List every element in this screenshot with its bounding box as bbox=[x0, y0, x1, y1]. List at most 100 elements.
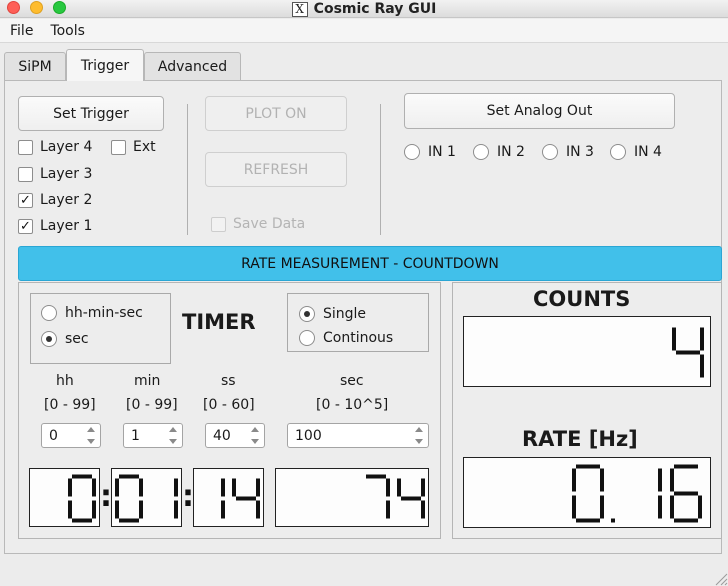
lcd-segment bbox=[139, 500, 143, 519]
lcd-segment bbox=[674, 464, 698, 469]
tab-sipm-label: SiPM bbox=[18, 58, 52, 75]
sec-label: sec bbox=[65, 331, 89, 347]
in-3-radio[interactable]: IN 3 bbox=[542, 144, 594, 160]
in-1-dot bbox=[404, 144, 420, 160]
save-data-checkbox[interactable]: Save Data bbox=[211, 216, 305, 232]
save-data-box bbox=[211, 216, 226, 232]
lcd-decimal-point bbox=[611, 518, 615, 523]
continous-radio[interactable]: Continous bbox=[299, 330, 393, 346]
single-radio[interactable]: Single bbox=[299, 306, 366, 322]
plot-on-button[interactable]: PLOT ON bbox=[205, 96, 347, 131]
lcd-segment bbox=[139, 478, 143, 497]
ss-range: [0 - 60] bbox=[203, 397, 255, 413]
ss-stepper-icon[interactable] bbox=[248, 427, 262, 444]
lcd-segment bbox=[421, 500, 425, 519]
tab-trigger-label: Trigger bbox=[80, 57, 130, 74]
hh-value: 0 bbox=[49, 427, 58, 444]
continous-dot bbox=[299, 330, 315, 346]
hh-min-sec-dot bbox=[41, 305, 57, 321]
menu-bar: File Tools bbox=[0, 19, 728, 43]
lcd-segment bbox=[576, 464, 600, 469]
in-2-radio[interactable]: IN 2 bbox=[473, 144, 525, 160]
lcd-segment bbox=[256, 500, 260, 519]
rate-measurement-banner[interactable]: RATE MEASUREMENT - COUNTDOWN bbox=[18, 246, 722, 281]
in-4-radio[interactable]: IN 4 bbox=[610, 144, 662, 160]
lcd-segment bbox=[700, 354, 704, 378]
separator-1 bbox=[187, 104, 188, 235]
tab-advanced-label: Advanced bbox=[157, 58, 228, 75]
sec-header: sec bbox=[340, 373, 364, 389]
save-data-label: Save Data bbox=[233, 216, 306, 232]
layer-4-box bbox=[18, 139, 33, 155]
in-4-label: IN 4 bbox=[634, 144, 662, 160]
lcd-segment bbox=[658, 468, 662, 492]
ss-spinbox[interactable]: 40 bbox=[205, 423, 265, 448]
rate-lcd bbox=[463, 457, 711, 528]
ext-box bbox=[111, 139, 126, 155]
lcd-segment bbox=[72, 518, 92, 523]
sec-stepper-icon[interactable] bbox=[412, 427, 426, 444]
lcd-segment bbox=[397, 478, 401, 497]
layer-1-checkbox[interactable]: ✓ Layer 1 bbox=[18, 218, 92, 234]
set-trigger-button[interactable]: Set Trigger bbox=[18, 96, 164, 131]
tab-trigger[interactable]: Trigger bbox=[66, 49, 144, 81]
x11-logo-icon: X bbox=[291, 1, 308, 17]
resize-grip-icon[interactable] bbox=[712, 570, 728, 586]
layer-2-label: Layer 2 bbox=[40, 192, 93, 208]
lcd-segment bbox=[221, 500, 225, 519]
hh-header: hh bbox=[56, 373, 74, 389]
lcd-segment bbox=[698, 495, 702, 519]
tab-advanced[interactable]: Advanced bbox=[144, 52, 241, 80]
in-4-dot bbox=[610, 144, 626, 160]
rate-label: RATE [Hz] bbox=[522, 427, 638, 451]
min-spinbox[interactable]: 1 bbox=[123, 423, 183, 448]
lcd-segment bbox=[366, 474, 386, 479]
layer-2-checkbox[interactable]: ✓ Layer 2 bbox=[18, 192, 92, 208]
separator-2 bbox=[380, 104, 381, 235]
sec-range: [0 - 10^5] bbox=[316, 397, 389, 413]
continous-label: Continous bbox=[323, 330, 394, 346]
hh-spinbox[interactable]: 0 bbox=[41, 423, 101, 448]
sec-radio[interactable]: sec bbox=[41, 331, 89, 347]
ss-header: ss bbox=[221, 373, 236, 389]
layer-3-checkbox[interactable]: Layer 3 bbox=[18, 166, 92, 182]
lcd-segment bbox=[386, 478, 390, 497]
in-3-dot bbox=[542, 144, 558, 160]
min-header: min bbox=[134, 373, 161, 389]
menu-file[interactable]: File bbox=[10, 23, 33, 39]
lcd-segment bbox=[72, 474, 92, 479]
in-2-label: IN 2 bbox=[497, 144, 525, 160]
layer-4-checkbox[interactable]: Layer 4 bbox=[18, 139, 92, 155]
tab-sipm[interactable]: SiPM bbox=[4, 52, 66, 80]
window-title: Cosmic Ray GUI bbox=[313, 1, 437, 17]
min-value: 1 bbox=[131, 427, 140, 444]
set-analog-out-button[interactable]: Set Analog Out bbox=[404, 93, 675, 129]
min-range: [0 - 99] bbox=[126, 397, 178, 413]
hh-min-sec-radio[interactable]: hh-min-sec bbox=[41, 305, 143, 321]
in-1-label: IN 1 bbox=[428, 144, 456, 160]
refresh-button[interactable]: REFRESH bbox=[205, 152, 347, 187]
layer-1-label: Layer 1 bbox=[40, 218, 93, 234]
ext-checkbox[interactable]: Ext bbox=[111, 139, 156, 155]
sec-spinbox[interactable]: 100 bbox=[287, 423, 429, 448]
layer-2-box: ✓ bbox=[18, 192, 33, 208]
single-dot bbox=[299, 306, 315, 322]
lcd-segment bbox=[670, 468, 674, 492]
lcd-segment bbox=[572, 468, 576, 492]
lcd-segment bbox=[236, 496, 256, 501]
layer-4-label: Layer 4 bbox=[40, 139, 93, 155]
lcd-segment bbox=[119, 474, 139, 479]
lcd-segment bbox=[68, 478, 72, 497]
lcd-segment bbox=[92, 500, 96, 519]
ext-label: Ext bbox=[133, 139, 156, 155]
lcd-segment bbox=[92, 478, 96, 497]
menu-tools[interactable]: Tools bbox=[50, 23, 85, 39]
min-stepper-icon[interactable] bbox=[166, 427, 180, 444]
layer-1-box: ✓ bbox=[18, 218, 33, 234]
lcd-segment bbox=[600, 468, 604, 492]
lcd-segment bbox=[115, 500, 119, 519]
lcd-segment bbox=[174, 500, 178, 519]
lcd-segment bbox=[232, 478, 236, 497]
hh-stepper-icon[interactable] bbox=[84, 427, 98, 444]
in-1-radio[interactable]: IN 1 bbox=[404, 144, 456, 160]
